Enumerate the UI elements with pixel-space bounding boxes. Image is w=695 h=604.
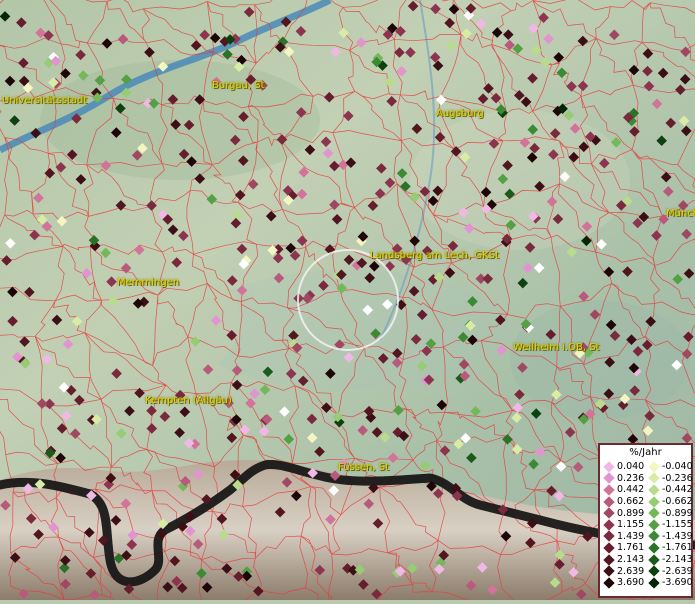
legend-value: 1.155: [617, 519, 645, 531]
legend-row: 1.761 -1.761: [603, 542, 694, 554]
legend-entry-negative: -3.690: [648, 577, 694, 589]
legend-swatch: [648, 484, 660, 496]
legend-row: 1.439 -1.439: [603, 530, 694, 543]
legend-value: -2.143: [662, 554, 693, 566]
legend-row: 0.662 -0.662: [603, 495, 694, 508]
legend-swatch: [648, 461, 660, 473]
legend-swatch: [603, 519, 615, 531]
legend-swatch: [648, 553, 660, 566]
legend-row: 2.143 -2.143: [603, 553, 694, 566]
legend-row: 3.690 -3.690: [603, 577, 694, 589]
legend-value: 2.639: [617, 565, 645, 577]
legend-entry-negative: -0.040: [648, 461, 694, 473]
legend-entry-positive: 0.662: [603, 495, 649, 508]
legend-swatch: [603, 495, 615, 508]
legend-swatch: [603, 553, 615, 566]
legend-value: 1.439: [617, 530, 645, 542]
legend-entry-positive: 2.143: [603, 553, 649, 566]
legend-value: 3.690: [617, 577, 645, 589]
legend-swatch: [648, 530, 660, 543]
legend-entry-negative: -2.639: [648, 565, 694, 577]
city-label-universitaetsstadt: Universitätsstadt: [2, 95, 88, 106]
legend-value: -2.639: [662, 565, 693, 577]
legend-swatch: [648, 565, 660, 577]
legend-value: -1.439: [662, 530, 693, 542]
city-label-fuessen: Füssen, St: [338, 462, 390, 473]
legend-value: 0.442: [617, 484, 645, 496]
city-label-kempten: Kempten (Allgäu): [145, 395, 232, 406]
legend-title: %/Jahr: [629, 447, 662, 458]
legend-swatch: [648, 507, 660, 519]
city-label-burgau: Burgau, St: [212, 80, 265, 91]
legend-entry-positive: 1.761: [603, 542, 649, 554]
legend-entry-negative: -0.236: [648, 472, 694, 485]
legend-value: -0.662: [662, 496, 693, 508]
city-label-landsberg: Landsberg am Lech, GKSt: [370, 250, 499, 261]
legend-value: -0.236: [662, 472, 693, 484]
legend-swatch: [648, 542, 660, 554]
legend-value: -1.761: [662, 542, 693, 554]
legend-entry-negative: -0.899: [648, 507, 694, 519]
legend-value: -0.442: [662, 484, 693, 496]
legend-entry-negative: -1.439: [648, 530, 694, 543]
legend-swatch: [603, 461, 615, 473]
legend-entry-negative: -1.761: [648, 542, 694, 554]
legend-row: 2.639 -2.639: [603, 565, 694, 577]
city-label-muenchen: Münch: [666, 208, 695, 219]
legend-row: 0.442 -0.442: [603, 484, 694, 496]
map-canvas[interactable]: [0, 0, 695, 604]
legend-entry-positive: 0.236: [603, 472, 649, 485]
legend-swatch: [603, 530, 615, 543]
legend-rows: 0.040 -0.040 0.236 -0.236 0.442 -0.442 0.662 -0…: [603, 461, 694, 589]
legend-swatch: [648, 495, 660, 508]
legend-swatch: [648, 519, 660, 531]
legend-row: 0.040 -0.040: [603, 461, 694, 473]
city-label-memmingen: Memmingen: [117, 277, 180, 288]
legend-swatch: [648, 577, 660, 589]
legend-entry-positive: 1.155: [603, 519, 649, 531]
legend-entry-negative: -1.155: [648, 519, 694, 531]
legend-value: -0.899: [662, 507, 693, 519]
legend-swatch: [603, 484, 615, 496]
legend-value: -1.155: [662, 519, 693, 531]
legend-value: 0.662: [617, 496, 645, 508]
legend-row: 1.155 -1.155: [603, 519, 694, 531]
legend-entry-negative: -0.442: [648, 484, 694, 496]
legend-entry-negative: -2.143: [648, 553, 694, 566]
city-label-weilheim: Weilheim i.OB, St: [513, 342, 600, 353]
legend-panel: %/Jahr 0.040 -0.040 0.236 -0.236 0.442 -0.442…: [598, 443, 693, 598]
legend-value: -3.690: [662, 577, 693, 589]
legend-entry-positive: 0.040: [603, 461, 649, 473]
legend-entry-negative: -0.662: [648, 495, 694, 508]
legend-value: 2.143: [617, 554, 645, 566]
legend-entry-positive: 0.899: [603, 507, 649, 519]
legend-entry-positive: 3.690: [603, 577, 649, 589]
legend-row: 0.899 -0.899: [603, 507, 694, 519]
legend-swatch: [603, 577, 615, 589]
legend-row: 0.236 -0.236: [603, 472, 694, 485]
legend-value: 0.040: [617, 461, 645, 473]
legend-value: 0.899: [617, 507, 645, 519]
legend-entry-positive: 2.639: [603, 565, 649, 577]
legend-value: 0.236: [617, 472, 645, 484]
map-view[interactable]: Universitätsstadt Burgau, St Augsburg Mü…: [0, 0, 695, 604]
legend-value: 1.761: [617, 542, 645, 554]
legend-swatch: [603, 472, 615, 485]
city-label-augsburg: Augsburg: [436, 108, 484, 119]
legend-swatch: [603, 542, 615, 554]
legend-swatch: [603, 565, 615, 577]
legend-entry-positive: 0.442: [603, 484, 649, 496]
legend-value: -0.040: [662, 461, 693, 473]
legend-swatch: [648, 472, 660, 485]
legend-entry-positive: 1.439: [603, 530, 649, 543]
legend-swatch: [603, 507, 615, 519]
